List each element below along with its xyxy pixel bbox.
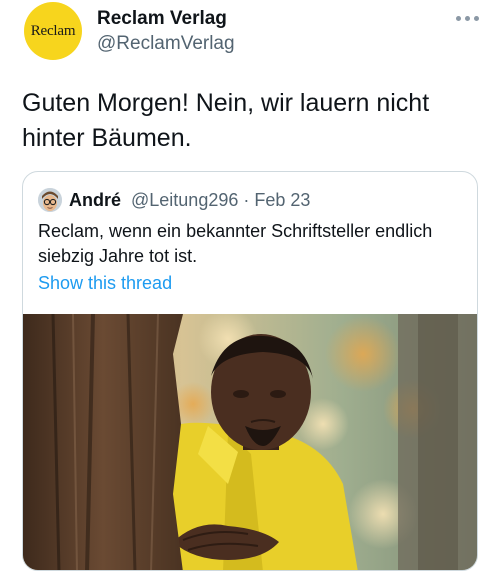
more-options-icon[interactable] bbox=[456, 12, 482, 24]
quoted-meta: @Leitung296 · Feb 23 bbox=[131, 190, 310, 211]
quoted-author-name[interactable]: André bbox=[69, 190, 121, 211]
more-dot bbox=[456, 15, 461, 21]
tweet: Reclam Reclam Verlag @ReclamVerlag Guten… bbox=[0, 0, 500, 588]
avatar[interactable]: Reclam bbox=[24, 2, 82, 60]
tweet-text: Guten Morgen! Nein, wir lauern nicht hin… bbox=[22, 89, 430, 152]
show-thread-link[interactable]: Show this thread bbox=[38, 273, 172, 294]
cartoon-face-icon bbox=[38, 188, 62, 212]
author-handle[interactable]: @ReclamVerlag bbox=[97, 33, 235, 55]
quoted-date[interactable]: Feb 23 bbox=[254, 190, 310, 210]
meme-photo bbox=[23, 314, 477, 570]
author-name[interactable]: Reclam Verlag bbox=[97, 8, 227, 30]
avatar-logo-text: Reclam bbox=[30, 22, 76, 39]
quoted-author-handle[interactable]: @Leitung296 bbox=[131, 190, 238, 210]
quoted-author-avatar[interactable] bbox=[38, 188, 62, 212]
quoted-media-image[interactable] bbox=[23, 314, 477, 570]
quoted-tweet-text: Reclam, wenn ein bekannter Schriftstelle… bbox=[38, 221, 433, 266]
more-dot bbox=[474, 15, 479, 21]
quoted-tweet-card[interactable]: André @Leitung296 · Feb 23 Reclam, wenn … bbox=[22, 171, 478, 571]
more-dot bbox=[465, 15, 470, 21]
meta-separator: · bbox=[238, 190, 255, 210]
